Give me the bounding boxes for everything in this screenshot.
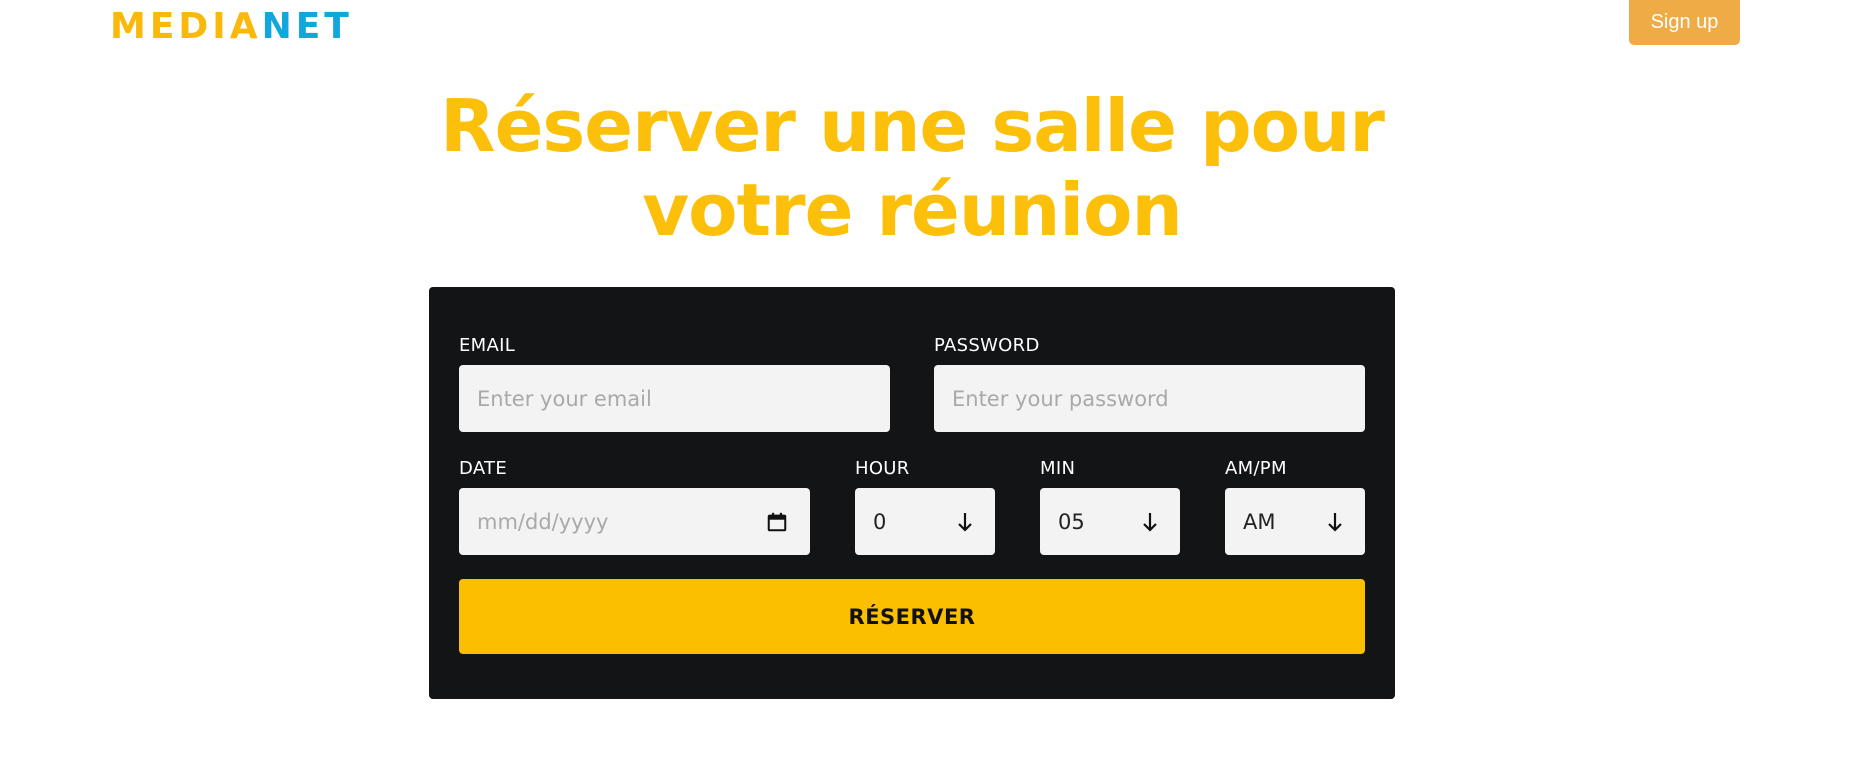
page-title: Réserver une salle pour votre réunion — [0, 84, 1824, 252]
date-label: DATE — [459, 458, 508, 479]
calendar-icon[interactable] — [766, 511, 788, 533]
page: MEDIANET Sign up Réserver une salle pour… — [0, 0, 1860, 778]
logo-text-net: NET — [261, 6, 353, 47]
ampm-value: AM — [1243, 509, 1276, 534]
medianet-logo[interactable]: MEDIANET — [110, 6, 353, 48]
min-label: MIN — [1040, 458, 1076, 479]
min-select[interactable]: 05 — [1040, 488, 1180, 555]
reserver-button[interactable]: RÉSERVER — [459, 579, 1365, 654]
email-label: EMAIL — [459, 335, 516, 356]
password-placeholder: Enter your password — [952, 386, 1169, 411]
arrow-down-icon — [1327, 512, 1343, 532]
arrow-down-icon — [957, 512, 973, 532]
reservation-form: EMAIL Enter your email PASSWORD Enter yo… — [429, 287, 1395, 699]
password-field[interactable]: Enter your password — [934, 365, 1365, 432]
hour-value: 0 — [873, 509, 887, 534]
signup-button[interactable]: Sign up — [1629, 0, 1740, 45]
ampm-select[interactable]: AM — [1225, 488, 1365, 555]
password-label: PASSWORD — [934, 335, 1040, 356]
email-placeholder: Enter your email — [477, 386, 652, 411]
page-title-line2: votre réunion — [642, 168, 1182, 252]
logo-text-media: MEDIA — [110, 6, 262, 47]
hour-select[interactable]: 0 — [855, 488, 995, 555]
date-placeholder: mm/dd/yyyy — [477, 509, 609, 534]
page-title-line1: Réserver une salle pour — [440, 84, 1385, 168]
date-field[interactable]: mm/dd/yyyy — [459, 488, 810, 555]
min-value: 05 — [1058, 509, 1085, 534]
ampm-label: AM/PM — [1225, 458, 1287, 479]
email-field[interactable]: Enter your email — [459, 365, 890, 432]
arrow-down-icon — [1142, 512, 1158, 532]
hour-label: HOUR — [855, 458, 910, 479]
